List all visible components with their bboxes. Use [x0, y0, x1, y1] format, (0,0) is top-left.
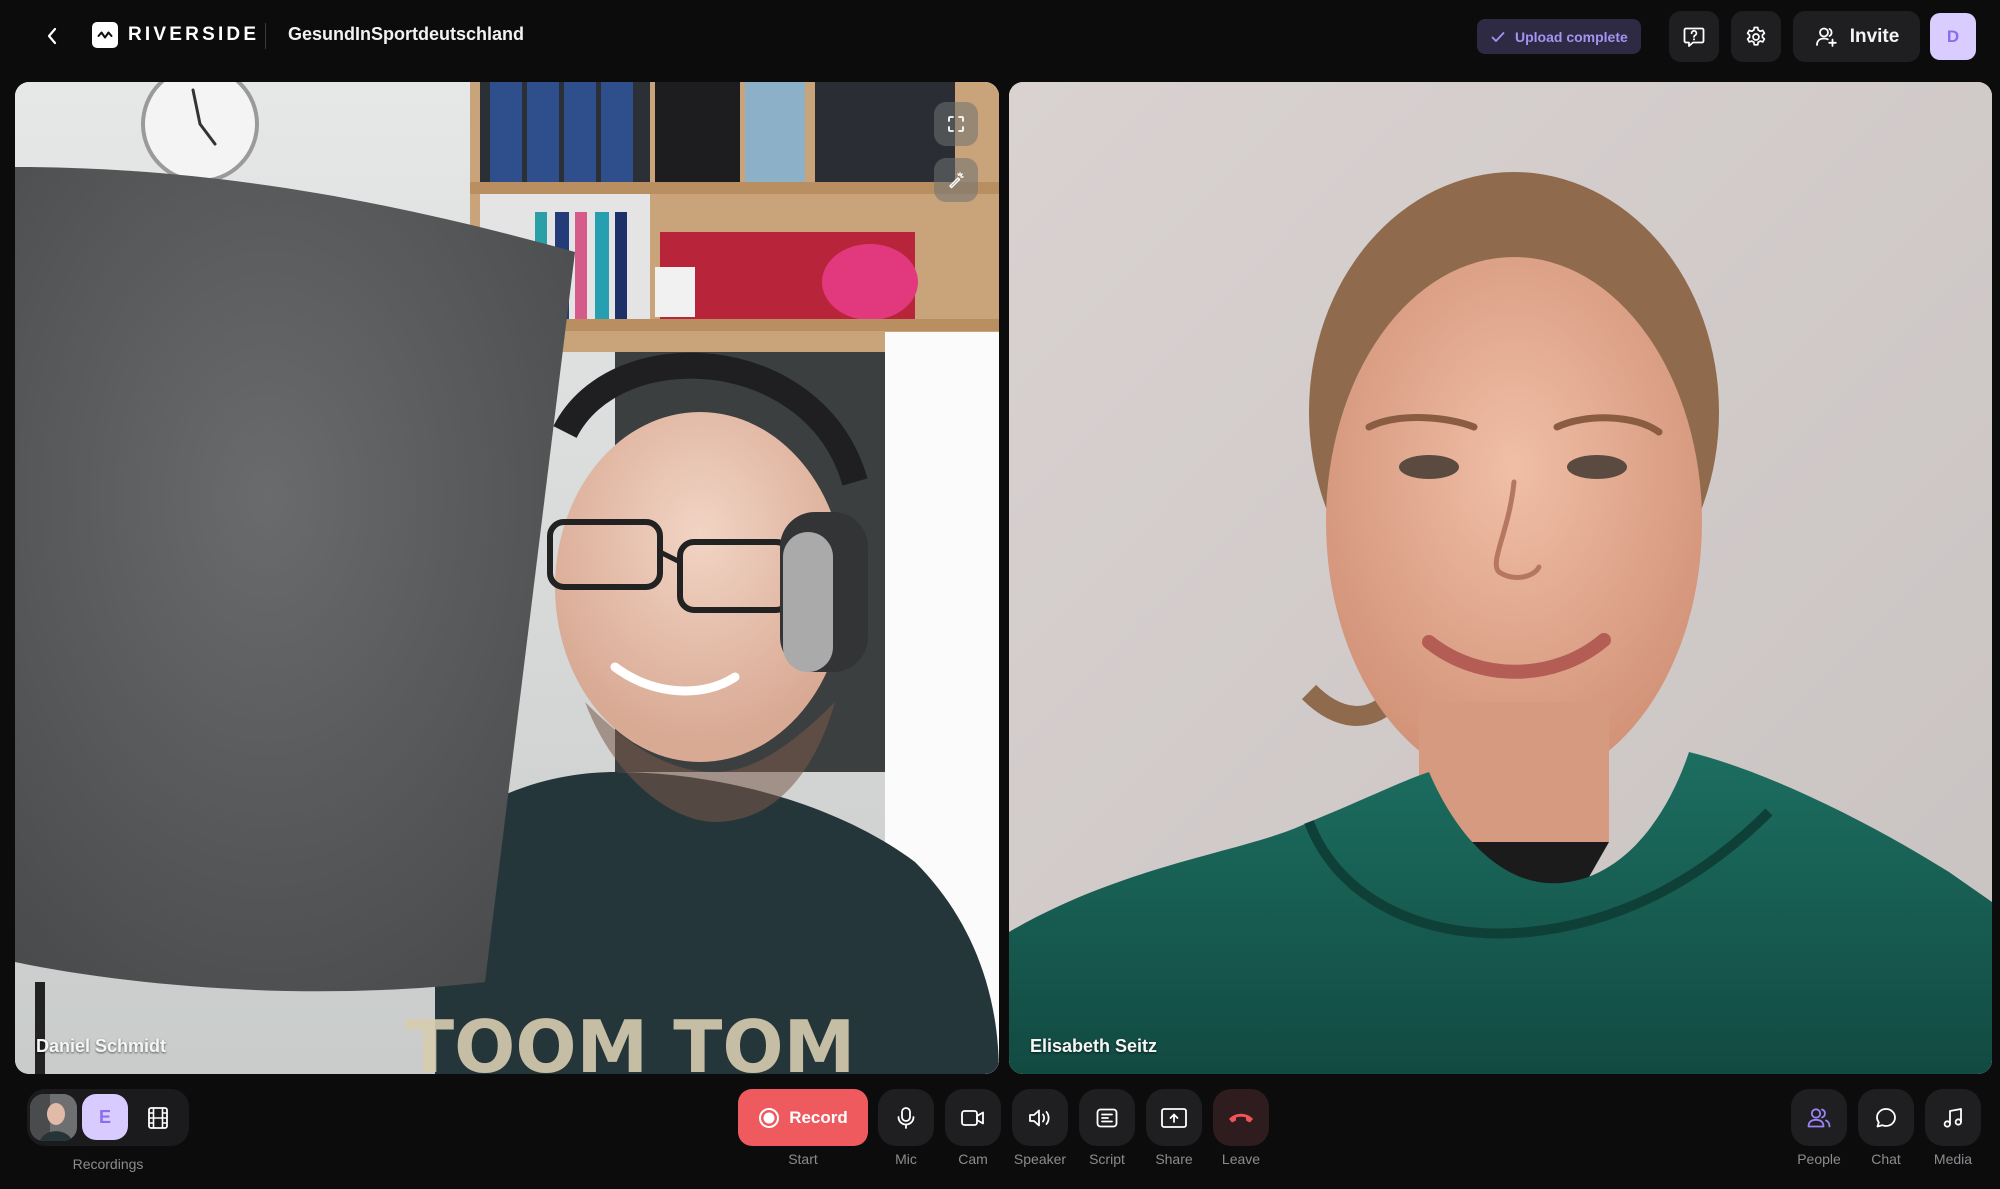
record-button[interactable]: Record [738, 1089, 868, 1146]
help-chat-icon [1683, 27, 1705, 47]
effects-button[interactable] [934, 158, 978, 202]
gear-icon [1746, 26, 1766, 46]
add-user-icon [1815, 27, 1837, 47]
participant-video-feed: TOOM TOM [15, 82, 999, 1074]
chevron-left-icon [47, 27, 57, 45]
brand-name: RIVERSIDE [128, 24, 260, 45]
media-caption: Media [1933, 1151, 1973, 1167]
fullscreen-icon [948, 116, 964, 132]
record-dot-icon [759, 1107, 780, 1128]
invite-button[interactable]: Invite [1793, 11, 1920, 62]
recordings-label: Recordings [72, 1156, 144, 1172]
record-label: Record [789, 1107, 848, 1127]
recordings-button[interactable] [135, 1095, 181, 1141]
project-title: GesundInSportdeutschland [288, 24, 525, 44]
video-tile-daniel-schmidt[interactable]: TOOM TOM Daniel Schmidt [15, 82, 999, 1074]
leave-caption: Leave [1221, 1151, 1261, 1167]
music-note-icon [1943, 1107, 1962, 1128]
participant-thumbnail [30, 1094, 77, 1141]
script-icon [1096, 1108, 1118, 1127]
people-icon [1807, 1107, 1831, 1127]
film-icon [148, 1107, 168, 1129]
upload-status-label: Upload complete [1515, 28, 1628, 45]
mic-button[interactable] [878, 1089, 934, 1146]
riverside-logo[interactable]: RIVERSIDE [92, 22, 259, 48]
check-icon [1491, 31, 1505, 42]
participant-name-label: Daniel Schmidt [36, 1036, 167, 1056]
header-divider [265, 23, 266, 49]
user-avatar[interactable]: D [1930, 13, 1976, 60]
people-button[interactable] [1791, 1089, 1847, 1146]
video-camera-icon [961, 1109, 984, 1126]
participant-name-label: Elisabeth Seitz [1030, 1036, 1158, 1056]
back-button[interactable] [38, 20, 66, 52]
top-bar: RIVERSIDE GesundInSportdeutschland Uploa… [0, 0, 2000, 72]
chat-button[interactable] [1858, 1089, 1914, 1146]
leave-button[interactable] [1213, 1089, 1269, 1146]
speaker-icon [1029, 1109, 1050, 1126]
chat-bubble-icon [1876, 1107, 1896, 1127]
recording-thumbnail-daniel[interactable] [30, 1094, 77, 1141]
invite-label: Invite [1849, 25, 1900, 47]
participant-video-feed [1009, 82, 1992, 1074]
video-tile-elisabeth-seitz[interactable]: Elisabeth Seitz [1009, 82, 1992, 1074]
help-button[interactable] [1669, 11, 1719, 62]
record-caption: Start [788, 1151, 818, 1167]
svg-text:TOOM TOM: TOOM TOM [405, 1005, 855, 1074]
media-button[interactable] [1925, 1089, 1981, 1146]
settings-button[interactable] [1731, 11, 1781, 62]
share-button[interactable] [1146, 1089, 1202, 1146]
riverside-wave-icon [92, 22, 118, 48]
microphone-icon [897, 1106, 915, 1129]
cam-button[interactable] [945, 1089, 1001, 1146]
recording-avatar-elisabeth[interactable]: E [82, 1094, 128, 1140]
recordings-group: E [27, 1089, 189, 1146]
script-button[interactable] [1079, 1089, 1135, 1146]
magic-wand-icon [949, 172, 964, 189]
upload-status-badge: Upload complete [1477, 19, 1641, 54]
share-screen-icon [1161, 1107, 1187, 1128]
speaker-button[interactable] [1012, 1089, 1068, 1146]
fullscreen-button[interactable] [934, 102, 978, 146]
hang-up-icon [1229, 1113, 1253, 1122]
